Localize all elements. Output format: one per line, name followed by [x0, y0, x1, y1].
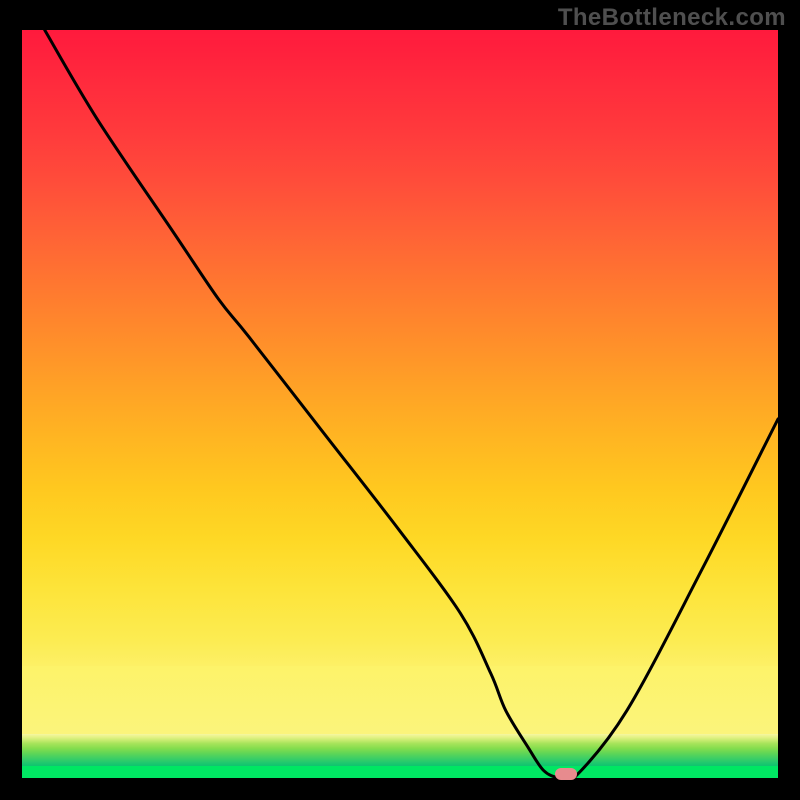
optimum-marker [555, 768, 577, 780]
watermark-text: TheBottleneck.com [558, 4, 786, 32]
chart-frame: TheBottleneck.com [0, 0, 800, 800]
bottleneck-curve [22, 30, 778, 778]
plot-area [22, 30, 778, 778]
